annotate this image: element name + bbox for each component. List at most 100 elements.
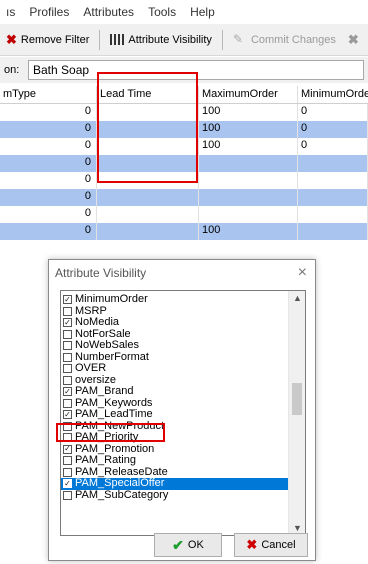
- menu-item[interactable]: Profiles: [29, 5, 69, 19]
- ok-button[interactable]: ✔ OK: [154, 533, 222, 557]
- attribute-checklist[interactable]: ✓ MinimumOrder MSRP ✓ NoMedia NotForSale NoWeb…: [60, 290, 306, 536]
- table-cell[interactable]: [298, 155, 368, 172]
- checkbox[interactable]: [63, 398, 72, 408]
- table-cell[interactable]: 0: [0, 155, 97, 172]
- attribute-list-item[interactable]: ✓ PAM_Brand: [61, 386, 289, 398]
- attribute-list-item[interactable]: PAM_SubCategory: [61, 488, 289, 502]
- table-cell[interactable]: 100: [199, 104, 298, 121]
- menu-item[interactable]: Help: [190, 5, 215, 19]
- column-header-minimum-order[interactable]: MinimumOrde: [298, 86, 368, 103]
- attribute-list-item[interactable]: NoWebSales: [61, 340, 289, 352]
- checkbox[interactable]: [63, 364, 72, 374]
- attribute-label: NotForSale: [75, 327, 131, 340]
- attribute-list-item[interactable]: ✓ NoMedia: [61, 317, 289, 329]
- attribute-list-item[interactable]: OVER: [61, 363, 289, 375]
- filter-input[interactable]: Bath Soap: [28, 60, 364, 80]
- attribute-list-item[interactable]: PAM_Priority: [61, 432, 289, 444]
- column-header[interactable]: mType: [0, 86, 97, 103]
- filter-bar: on: Bath Soap: [0, 57, 368, 83]
- table-cell[interactable]: 0: [0, 206, 97, 223]
- checkbox[interactable]: [63, 306, 72, 316]
- scroll-down-icon[interactable]: ▼: [293, 523, 302, 533]
- checkbox[interactable]: ✓: [63, 479, 72, 489]
- checkbox[interactable]: [63, 352, 72, 362]
- table-cell[interactable]: [298, 172, 368, 189]
- commit-changes-label: Commit Changes: [250, 33, 336, 46]
- table-cell[interactable]: 0: [0, 189, 97, 206]
- remove-filter-icon: ✖: [6, 31, 17, 47]
- remove-filter-button[interactable]: ✖ Remove Filter: [0, 28, 95, 52]
- table-cell[interactable]: [97, 189, 199, 206]
- attribute-label: PAM_ReleaseDate: [75, 465, 168, 478]
- commit-changes-button[interactable]: ✎ Commit Changes: [227, 28, 342, 52]
- table-cell[interactable]: [199, 155, 298, 172]
- table-row[interactable]: 0 100 0: [0, 121, 368, 138]
- grid-body: 0 100 0 0 100 0 0 100 0 0 0 0 0 0 100: [0, 104, 368, 240]
- cancel-changes-button[interactable]: ✖: [342, 28, 365, 52]
- checkbox[interactable]: ✓: [63, 387, 72, 397]
- attribute-visibility-button[interactable]: Attribute Visibility: [104, 28, 218, 52]
- table-cell[interactable]: 0: [0, 104, 97, 121]
- table-cell[interactable]: [97, 206, 199, 223]
- cancel-changes-icon: ✖: [347, 31, 359, 47]
- checkbox[interactable]: [63, 467, 72, 477]
- table-cell[interactable]: 0: [0, 121, 97, 138]
- toolbar: ✖ Remove Filter Attribute Visibility ✎ C…: [0, 24, 368, 56]
- table-cell[interactable]: [298, 223, 368, 240]
- table-cell[interactable]: [97, 223, 199, 240]
- table-cell[interactable]: 0: [0, 223, 97, 240]
- checkbox[interactable]: [63, 341, 72, 351]
- table-cell[interactable]: 0: [298, 138, 368, 155]
- table-cell[interactable]: [199, 206, 298, 223]
- column-header-lead-time[interactable]: Lead Time: [97, 86, 199, 103]
- attribute-list-item[interactable]: ✓ PAM_LeadTime: [61, 409, 289, 421]
- table-cell[interactable]: 0: [298, 121, 368, 138]
- menu-item[interactable]: ıs: [6, 5, 15, 19]
- vertical-scrollbar[interactable]: ▲ ▼: [288, 291, 305, 535]
- column-header-maximum-order[interactable]: MaximumOrder: [199, 86, 298, 103]
- table-row[interactable]: 0: [0, 172, 368, 189]
- table-cell[interactable]: [97, 121, 199, 138]
- attribute-list-item[interactable]: ✓ MinimumOrder: [61, 294, 289, 306]
- table-cell[interactable]: [199, 189, 298, 206]
- table-cell[interactable]: [97, 172, 199, 189]
- checkbox[interactable]: [63, 456, 72, 466]
- checkbox[interactable]: ✓: [63, 410, 72, 420]
- scroll-up-icon[interactable]: ▲: [293, 293, 302, 303]
- table-cell[interactable]: [199, 172, 298, 189]
- menu-item[interactable]: Attributes: [83, 5, 134, 19]
- checkbox[interactable]: [63, 490, 72, 500]
- table-cell[interactable]: 100: [199, 223, 298, 240]
- menu-item[interactable]: Tools: [148, 5, 176, 19]
- table-cell[interactable]: [97, 138, 199, 155]
- attribute-list-item[interactable]: PAM_Rating: [61, 455, 289, 467]
- checkbox[interactable]: [63, 421, 72, 431]
- checkbox[interactable]: ✓: [63, 444, 72, 454]
- scroll-thumb[interactable]: [292, 383, 302, 415]
- table-cell[interactable]: [298, 206, 368, 223]
- cancel-button[interactable]: ✖ Cancel: [234, 533, 308, 557]
- close-icon[interactable]: ×: [298, 264, 307, 282]
- attribute-label: NoMedia: [75, 316, 120, 329]
- checkbox[interactable]: ✓: [63, 295, 72, 305]
- table-row[interactable]: 0 100 0: [0, 138, 368, 155]
- table-cell[interactable]: [97, 104, 199, 121]
- table-cell[interactable]: 0: [0, 172, 97, 189]
- table-cell[interactable]: 100: [199, 138, 298, 155]
- table-cell[interactable]: 0: [0, 138, 97, 155]
- table-row[interactable]: 0: [0, 155, 368, 172]
- table-row[interactable]: 0 100 0: [0, 104, 368, 121]
- table-cell[interactable]: 100: [199, 121, 298, 138]
- checkbox[interactable]: ✓: [63, 318, 72, 328]
- checkbox[interactable]: [63, 433, 72, 443]
- table-cell[interactable]: 0: [298, 104, 368, 121]
- table-row[interactable]: 0 100: [0, 223, 368, 240]
- checkbox[interactable]: [63, 375, 72, 385]
- checkbox[interactable]: [63, 329, 72, 339]
- table-cell[interactable]: [97, 155, 199, 172]
- attribute-list-item[interactable]: ✓ PAM_SpecialOffer: [61, 478, 289, 490]
- table-cell[interactable]: [298, 189, 368, 206]
- table-row[interactable]: 0: [0, 206, 368, 223]
- table-row[interactable]: 0: [0, 189, 368, 206]
- attribute-label: PAM_SubCategory: [75, 488, 169, 501]
